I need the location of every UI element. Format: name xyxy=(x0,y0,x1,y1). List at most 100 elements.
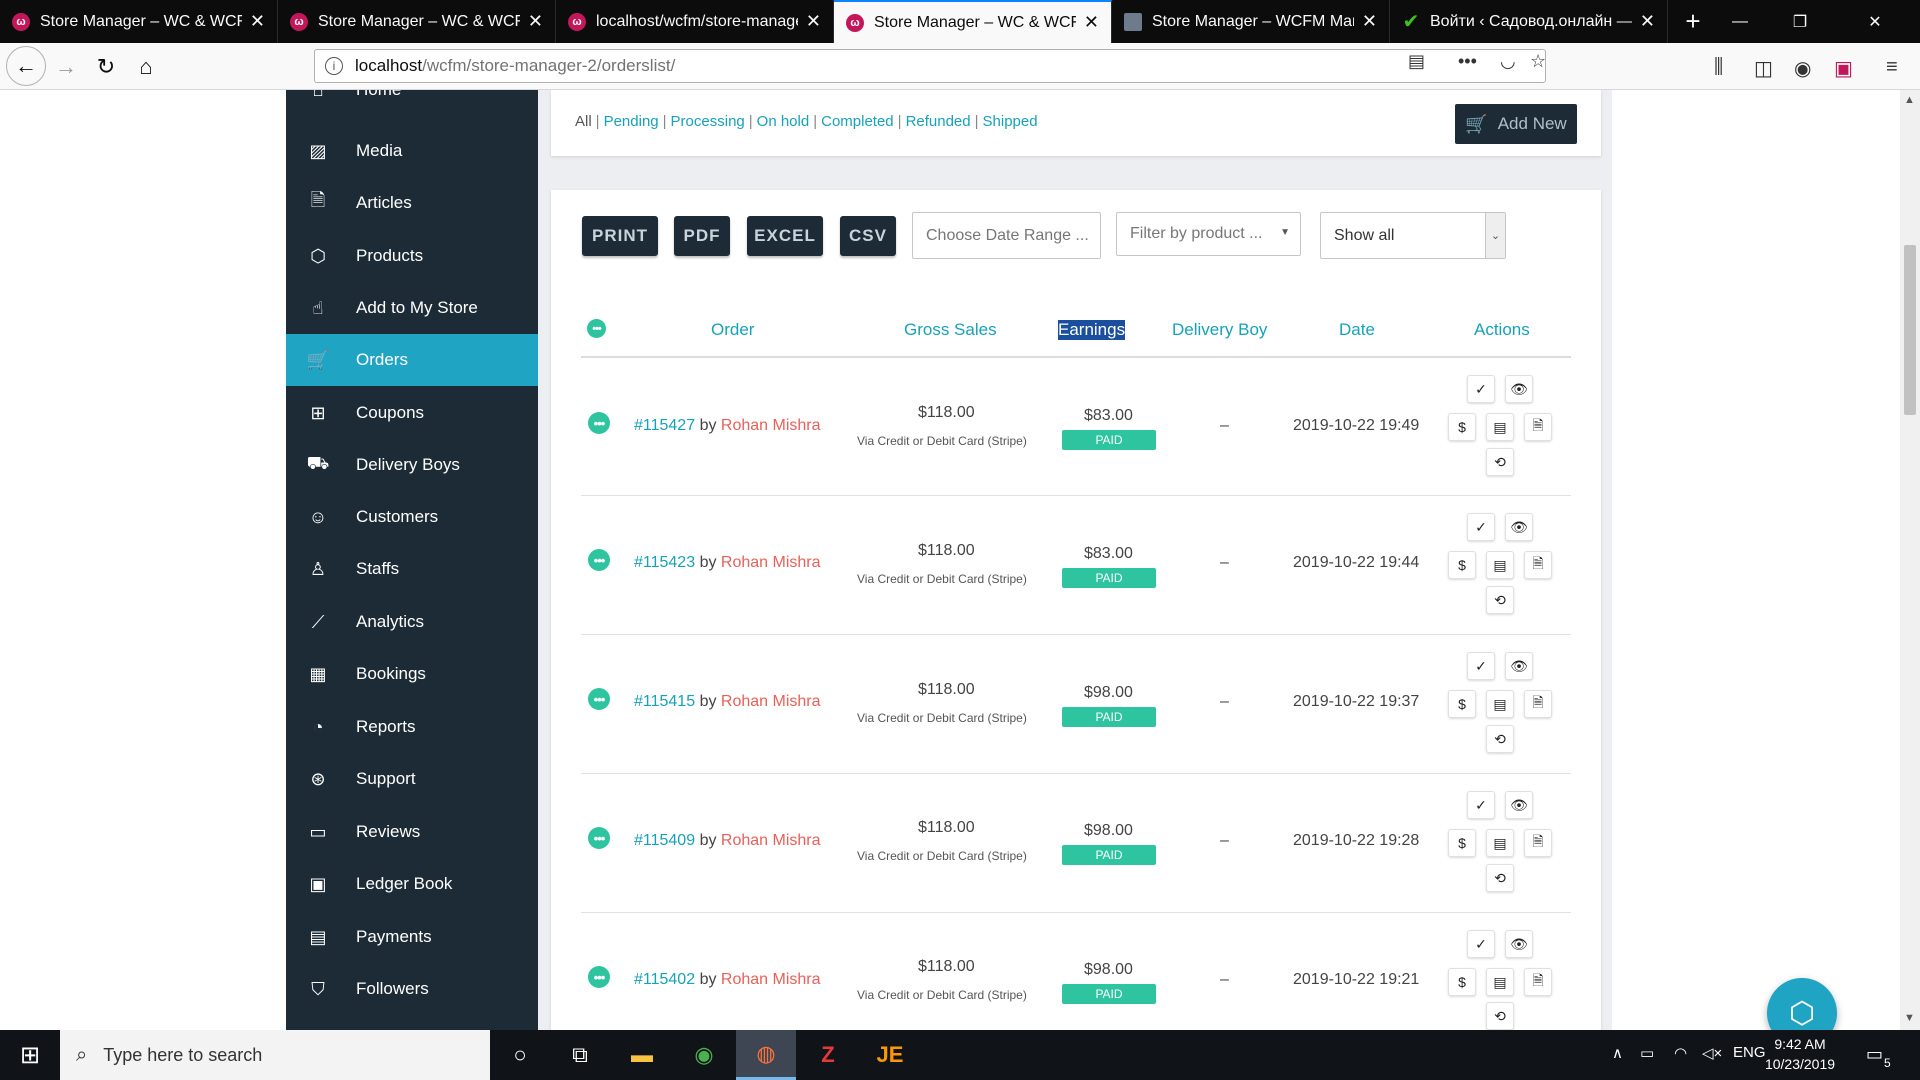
page-scrollbar[interactable]: ▲ ▼ xyxy=(1900,90,1920,1030)
column-date[interactable]: Date xyxy=(1339,320,1375,340)
taskbar-search-box[interactable]: ⌕ Type here to search xyxy=(60,1030,490,1080)
mark-complete-icon[interactable]: ✓ xyxy=(1467,791,1495,819)
view-eye-icon[interactable]: 👁 xyxy=(1505,513,1533,541)
repeat-order-icon[interactable]: ⟲ xyxy=(1486,586,1514,614)
pocket-icon[interactable]: ◡ xyxy=(1500,51,1516,72)
notifications-icon[interactable]: ▭ xyxy=(1866,1044,1883,1065)
wifi-icon[interactable]: ◠ xyxy=(1674,1044,1687,1062)
scrollbar-thumb[interactable] xyxy=(1904,245,1916,415)
sidebar-item-coupons[interactable]: ⊞ Coupons xyxy=(286,387,538,439)
close-window-icon[interactable]: ✕ xyxy=(1830,0,1920,43)
refund-dollar-icon[interactable]: $ xyxy=(1448,829,1476,857)
page-actions-icon[interactable]: ••• xyxy=(1458,51,1477,72)
customer-link[interactable]: Rohan Mishra xyxy=(721,832,821,849)
browser-tab-6[interactable]: ✔ Войти ‹ Садовод.онлайн — W ✕ xyxy=(1390,0,1668,43)
sidebar-item-customers[interactable]: ☺ Customers xyxy=(286,491,538,543)
filezilla-icon[interactable]: Z xyxy=(798,1030,858,1080)
chrome-icon[interactable]: ◉ xyxy=(674,1030,734,1080)
date-range-input[interactable]: Choose Date Range ... xyxy=(912,212,1101,259)
mark-complete-icon[interactable]: ✓ xyxy=(1467,930,1495,958)
add-new-button[interactable]: 🛒 Add New xyxy=(1455,104,1577,144)
pdf-document-icon[interactable]: 🗎 xyxy=(1524,829,1552,857)
close-tab-icon[interactable]: ✕ xyxy=(250,11,265,32)
status-on-hold-link[interactable]: On hold xyxy=(757,113,810,130)
jetbrains-icon[interactable]: JE xyxy=(860,1030,920,1080)
pdf-document-icon[interactable]: 🗎 xyxy=(1524,413,1552,441)
status-refunded-link[interactable]: Refunded xyxy=(906,113,971,130)
print-button[interactable]: PRINT xyxy=(582,216,658,256)
order-link[interactable]: #115427 xyxy=(634,417,695,434)
invoice-icon[interactable]: ▤ xyxy=(1486,690,1514,718)
invoice-icon[interactable]: ▤ xyxy=(1486,551,1514,579)
customer-link[interactable]: Rohan Mishra xyxy=(721,554,821,571)
pdf-document-icon[interactable]: 🗎 xyxy=(1524,968,1552,996)
browser-tab-4-active[interactable]: ω Store Manager – WC & WCFM ✕ xyxy=(834,0,1112,43)
view-eye-icon[interactable]: 👁 xyxy=(1505,652,1533,680)
restore-icon[interactable]: ❐ xyxy=(1770,0,1830,43)
bookmark-star-icon[interactable]: ☆ xyxy=(1530,51,1546,72)
firefox-icon[interactable]: ◍ xyxy=(736,1030,796,1080)
row-details-icon[interactable]: ••• xyxy=(588,688,610,710)
row-details-icon[interactable]: ••• xyxy=(588,827,610,849)
info-icon[interactable]: i xyxy=(325,57,343,75)
back-arrow-icon[interactable]: ← xyxy=(6,46,46,86)
column-earnings[interactable]: Earnings xyxy=(1058,320,1126,340)
sidebar-item-followers[interactable]: ⛉ Followers xyxy=(286,963,538,1015)
status-pending-link[interactable]: Pending xyxy=(604,113,659,130)
mark-complete-icon[interactable]: ✓ xyxy=(1467,513,1495,541)
scroll-down-icon[interactable]: ▼ xyxy=(1904,1012,1915,1024)
sidebar-item-media[interactable]: ▨ Media xyxy=(286,125,538,177)
close-tab-icon[interactable]: ✕ xyxy=(1640,11,1655,32)
cortana-icon[interactable]: ○ xyxy=(490,1030,550,1080)
refund-dollar-icon[interactable]: $ xyxy=(1448,690,1476,718)
sidebar-item-home[interactable]: ⌂ Home xyxy=(286,90,538,116)
pdf-button[interactable]: PDF xyxy=(674,216,730,256)
floating-cube-button[interactable]: ⬡ xyxy=(1767,978,1837,1030)
menu-icon[interactable]: ≡ xyxy=(1886,56,1898,79)
mark-complete-icon[interactable]: ✓ xyxy=(1467,375,1495,403)
extension-icon[interactable]: ▣ xyxy=(1834,56,1853,81)
csv-button[interactable]: CSV xyxy=(840,216,896,256)
product-filter-select[interactable]: Filter by product ... ▼ xyxy=(1116,212,1301,256)
taskbar-clock[interactable]: 9:42 AM 10/23/2019 xyxy=(1752,1034,1848,1074)
scroll-up-icon[interactable]: ▲ xyxy=(1904,94,1915,106)
sidebar-toggle-icon[interactable]: ◫ xyxy=(1754,56,1773,81)
status-shipped-link[interactable]: Shipped xyxy=(983,113,1038,130)
sidebar-item-add-to-my-store[interactable]: ☝ Add to My Store xyxy=(286,282,538,334)
volume-muted-icon[interactable]: ◁× xyxy=(1702,1044,1722,1062)
column-gross-sales[interactable]: Gross Sales xyxy=(904,320,997,340)
account-icon[interactable]: ◉ xyxy=(1794,56,1811,81)
excel-button[interactable]: EXCEL xyxy=(747,216,823,256)
more-icon[interactable]: ••• xyxy=(587,319,606,338)
sidebar-item-delivery-boys[interactable]: ⛟ Delivery Boys xyxy=(286,439,538,491)
view-eye-icon[interactable]: 👁 xyxy=(1505,791,1533,819)
customer-link[interactable]: Rohan Mishra xyxy=(721,971,821,988)
repeat-order-icon[interactable]: ⟲ xyxy=(1486,864,1514,892)
browser-tab-5[interactable]: Store Manager – WCFM Marke ✕ xyxy=(1112,0,1390,43)
order-link[interactable]: #115402 xyxy=(634,971,695,988)
show-hidden-icons-chevron-icon[interactable]: ∧ xyxy=(1612,1044,1623,1062)
sidebar-item-reports[interactable]: ◔ Reports xyxy=(286,701,538,753)
status-completed-link[interactable]: Completed xyxy=(821,113,894,130)
show-all-select[interactable]: Show all ⌄ xyxy=(1320,212,1506,259)
column-delivery-boy[interactable]: Delivery Boy xyxy=(1172,320,1267,340)
column-order[interactable]: Order xyxy=(711,320,754,340)
refund-dollar-icon[interactable]: $ xyxy=(1448,413,1476,441)
view-eye-icon[interactable]: 👁 xyxy=(1505,930,1533,958)
sidebar-item-articles[interactable]: 🗎 Articles xyxy=(286,177,538,229)
browser-tab-2[interactable]: ω Store Manager – WC & WCFM ✕ xyxy=(278,0,556,43)
sidebar-item-support[interactable]: ⊛ Support xyxy=(286,753,538,805)
invoice-icon[interactable]: ▤ xyxy=(1486,413,1514,441)
order-link[interactable]: #115415 xyxy=(634,693,695,710)
reload-icon[interactable]: ↻ xyxy=(88,49,124,85)
repeat-order-icon[interactable]: ⟲ xyxy=(1486,725,1514,753)
sidebar-item-reviews[interactable]: ▭ Reviews xyxy=(286,806,538,858)
close-tab-icon[interactable]: ✕ xyxy=(528,11,543,32)
mark-complete-icon[interactable]: ✓ xyxy=(1467,652,1495,680)
sidebar-item-analytics[interactable]: ⟋ Analytics xyxy=(286,596,538,648)
repeat-order-icon[interactable]: ⟲ xyxy=(1486,448,1514,476)
customer-link[interactable]: Rohan Mishra xyxy=(721,693,821,710)
file-explorer-icon[interactable]: ▬ xyxy=(612,1030,672,1080)
sidebar-item-ledger-book[interactable]: ▣ Ledger Book xyxy=(286,858,538,910)
row-details-icon[interactable]: ••• xyxy=(588,549,610,571)
